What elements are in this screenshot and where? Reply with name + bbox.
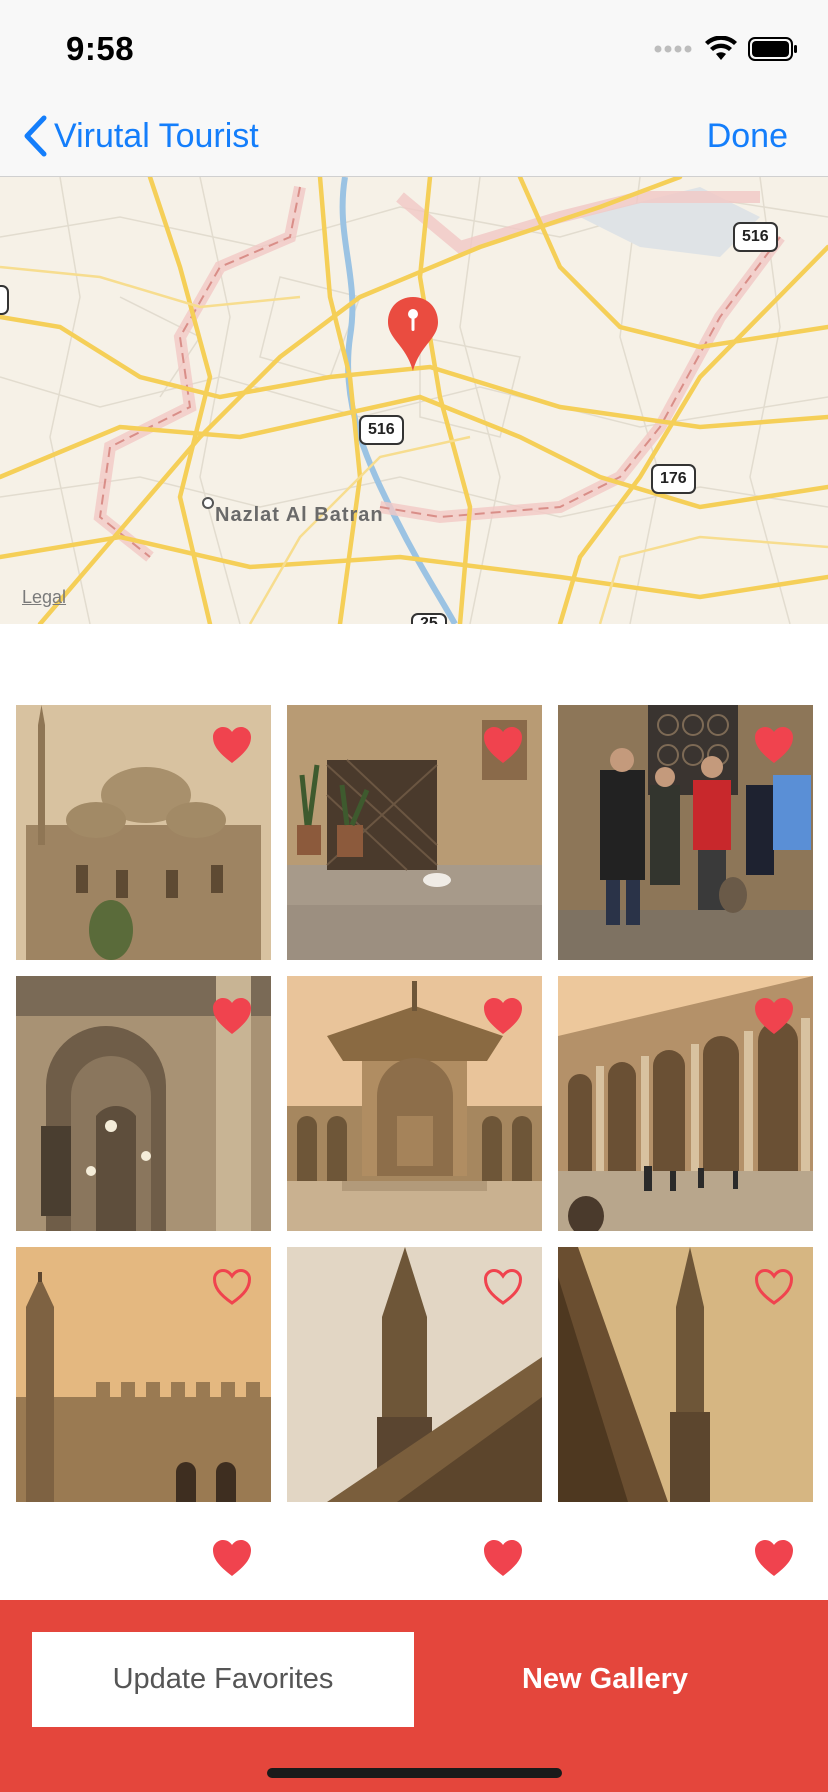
status-bar: 9:58	[0, 0, 828, 100]
battery-icon	[748, 37, 797, 61]
route-shield: 25	[411, 613, 447, 624]
status-time: 9:58	[66, 30, 135, 67]
route-shield: 176	[651, 464, 696, 494]
photo-cell[interactable]	[287, 976, 542, 1231]
photo-image	[16, 640, 271, 690]
heart-filled-icon[interactable]	[482, 996, 524, 1036]
photo-cell[interactable]	[558, 705, 813, 960]
status-icons	[654, 34, 798, 64]
back-button[interactable]: Virutal Tourist	[22, 110, 259, 162]
bottom-toolbar: Update Favorites New Gallery	[0, 1600, 828, 1792]
photo-cell[interactable]	[558, 640, 813, 690]
photo-cell[interactable]	[287, 1518, 542, 1585]
heart-filled-icon[interactable]	[753, 725, 795, 765]
heart-filled-icon[interactable]	[211, 996, 253, 1036]
photo-collection[interactable]	[0, 624, 828, 1600]
photo-cell[interactable]	[16, 640, 271, 690]
photo-cell[interactable]	[287, 640, 542, 690]
update-favorites-button[interactable]: Update Favorites	[32, 1632, 414, 1727]
heart-filled-icon[interactable]	[211, 1538, 253, 1578]
photo-image	[558, 640, 813, 690]
photo-cell[interactable]	[558, 976, 813, 1231]
map-roads	[0, 177, 828, 624]
heart-filled-icon[interactable]	[753, 1538, 795, 1578]
photo-cell[interactable]	[16, 1247, 271, 1502]
heart-outline-icon[interactable]	[482, 1267, 524, 1307]
heart-filled-icon[interactable]	[482, 725, 524, 765]
home-indicator[interactable]	[267, 1768, 562, 1778]
photo-cell[interactable]	[16, 976, 271, 1231]
legal-link[interactable]: Legal	[22, 587, 66, 608]
map-view[interactable]: 516 516 176 25 5 Nazlat Al Batran Legal	[0, 177, 828, 624]
chevron-left-icon	[24, 115, 47, 157]
wifi-icon	[705, 36, 737, 60]
photo-cell[interactable]	[16, 705, 271, 960]
heart-filled-icon[interactable]	[753, 996, 795, 1036]
navigation-bar: Virutal Tourist Done	[0, 100, 828, 177]
route-shield: 5	[0, 285, 9, 315]
done-button[interactable]: Done	[707, 110, 788, 162]
route-shield: 516	[733, 222, 778, 252]
back-label: Virutal Tourist	[54, 116, 259, 155]
photo-cell[interactable]	[287, 705, 542, 960]
heart-filled-icon[interactable]	[482, 1538, 524, 1578]
cellular-dots-icon	[654, 45, 692, 53]
photo-cell[interactable]	[287, 1247, 542, 1502]
route-shield: 516	[359, 415, 404, 445]
map-pin-icon[interactable]	[384, 295, 442, 373]
new-gallery-button[interactable]: New Gallery	[414, 1632, 796, 1727]
photo-cell[interactable]	[16, 1518, 271, 1585]
photo-image	[287, 640, 542, 690]
photo-cell[interactable]	[558, 1518, 813, 1585]
heart-outline-icon[interactable]	[211, 1267, 253, 1307]
heart-filled-icon[interactable]	[211, 725, 253, 765]
photo-cell[interactable]	[558, 1247, 813, 1502]
map-place-label: Nazlat Al Batran	[215, 504, 384, 526]
heart-outline-icon[interactable]	[753, 1267, 795, 1307]
